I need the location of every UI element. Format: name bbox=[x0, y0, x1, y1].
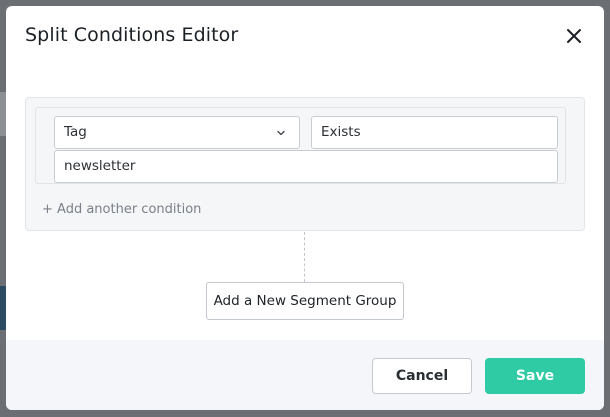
condition-value-input[interactable]: newsletter bbox=[54, 150, 558, 183]
chevron-down-icon bbox=[277, 130, 285, 136]
condition-operator-value: Exists bbox=[321, 124, 361, 140]
close-button[interactable] bbox=[562, 24, 586, 48]
group-connector-line bbox=[304, 232, 305, 282]
condition-field-select[interactable]: Tag bbox=[54, 116, 300, 149]
condition-row: Tag Exists newsletter bbox=[35, 107, 566, 184]
add-condition-link[interactable]: + Add another condition bbox=[42, 202, 201, 217]
condition-operator-field[interactable]: Exists bbox=[311, 116, 558, 149]
save-button[interactable]: Save bbox=[485, 358, 585, 394]
condition-field-value: Tag bbox=[64, 124, 87, 140]
add-segment-group-button[interactable]: Add a New Segment Group bbox=[206, 282, 404, 320]
dialog-title: Split Conditions Editor bbox=[25, 24, 239, 46]
split-conditions-dialog: Split Conditions Editor Tag Exists newsl… bbox=[6, 6, 604, 410]
condition-value-text: newsletter bbox=[64, 158, 136, 174]
dialog-footer: Cancel Save bbox=[6, 340, 604, 410]
cancel-button[interactable]: Cancel bbox=[372, 358, 472, 394]
close-icon bbox=[567, 29, 581, 43]
conditions-panel: Tag Exists newsletter + Add another cond… bbox=[25, 97, 585, 231]
